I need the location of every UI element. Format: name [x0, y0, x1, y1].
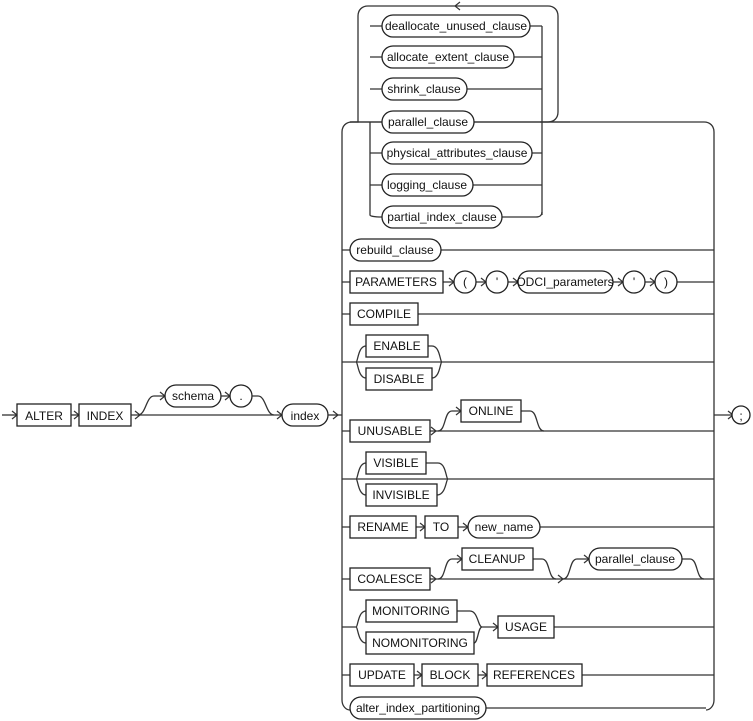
parallel-clause-nonterminal: parallel_clause [595, 552, 675, 566]
alter-label: ALTER [25, 409, 63, 423]
monitoring-keyword: MONITORING [372, 604, 450, 618]
references-keyword: REFERENCES [493, 668, 575, 682]
option-update-block-references: UPDATE BLOCK REFERENCES [342, 663, 714, 687]
option-rebuild: rebuild_clause [342, 238, 714, 262]
index-label: index [291, 409, 320, 423]
option-monitoring: MONITORING NOMONITORING USAGE [342, 599, 714, 655]
clause-loop: deallocate_unused_clause allocate_extent… [350, 1, 570, 229]
block-keyword: BLOCK [430, 668, 471, 682]
compile-keyword: COMPILE [357, 307, 411, 321]
deallocate-unused-label: deallocate_unused_clause [385, 19, 527, 33]
visible-keyword: VISIBLE [373, 456, 418, 470]
quote-open: ' [496, 275, 498, 289]
online-keyword: ONLINE [469, 404, 514, 418]
alter-index-partitioning-label: alter_index_partitioning [356, 701, 480, 715]
parallel-label: parallel_clause [388, 115, 468, 129]
lparen: ( [463, 275, 467, 289]
logging-label: logging_clause [387, 178, 467, 192]
rename-keyword: RENAME [357, 520, 408, 534]
dot-label: . [239, 389, 242, 403]
quote-close: ' [633, 275, 635, 289]
unusable-keyword: UNUSABLE [358, 424, 423, 438]
invisible-keyword: INVISIBLE [372, 488, 429, 502]
new-name-nonterminal: new_name [475, 520, 534, 534]
coalesce-keyword: COALESCE [357, 572, 422, 586]
physical-attributes-label: physical_attributes_clause [387, 146, 528, 160]
main-path: ALTER INDEX schema . index [2, 384, 342, 427]
option-compile: COMPILE [342, 302, 714, 326]
usage-keyword: USAGE [505, 620, 547, 634]
disable-keyword: DISABLE [374, 372, 425, 386]
rebuild-clause-label: rebuild_clause [356, 243, 434, 257]
option-enable-disable: ENABLE DISABLE [342, 334, 714, 391]
odci-parameters: ODCI_parameters [516, 275, 613, 289]
option-rename: RENAME TO new_name [342, 515, 714, 539]
rparen: ) [664, 275, 668, 289]
option-unusable: UNUSABLE ONLINE [342, 399, 714, 443]
option-coalesce: COALESCE CLEANUP parallel_clause [342, 547, 714, 591]
cleanup-keyword: CLEANUP [469, 552, 526, 566]
to-keyword: TO [433, 520, 449, 534]
schema-label: schema [172, 389, 214, 403]
option-alter-index-partitioning: alter_index_partitioning [349, 696, 706, 720]
railroad-diagram: ALTER INDEX schema . index ; deallocate_… [2, 1, 751, 720]
index-keyword-label: INDEX [87, 409, 124, 423]
nomonitoring-keyword: NOMONITORING [372, 636, 468, 650]
enable-keyword: ENABLE [373, 339, 420, 353]
update-keyword: UPDATE [358, 668, 406, 682]
partial-index-label: partial_index_clause [387, 210, 497, 224]
shrink-label: shrink_clause [387, 82, 461, 96]
allocate-extent-label: allocate_extent_clause [387, 50, 509, 64]
option-visibility: VISIBLE INVISIBLE [342, 451, 714, 507]
semicolon-label: ; [739, 409, 742, 423]
parameters-keyword: PARAMETERS [355, 275, 437, 289]
option-parameters: PARAMETERS ( ' ODCI_parameters ' ) [342, 270, 714, 294]
